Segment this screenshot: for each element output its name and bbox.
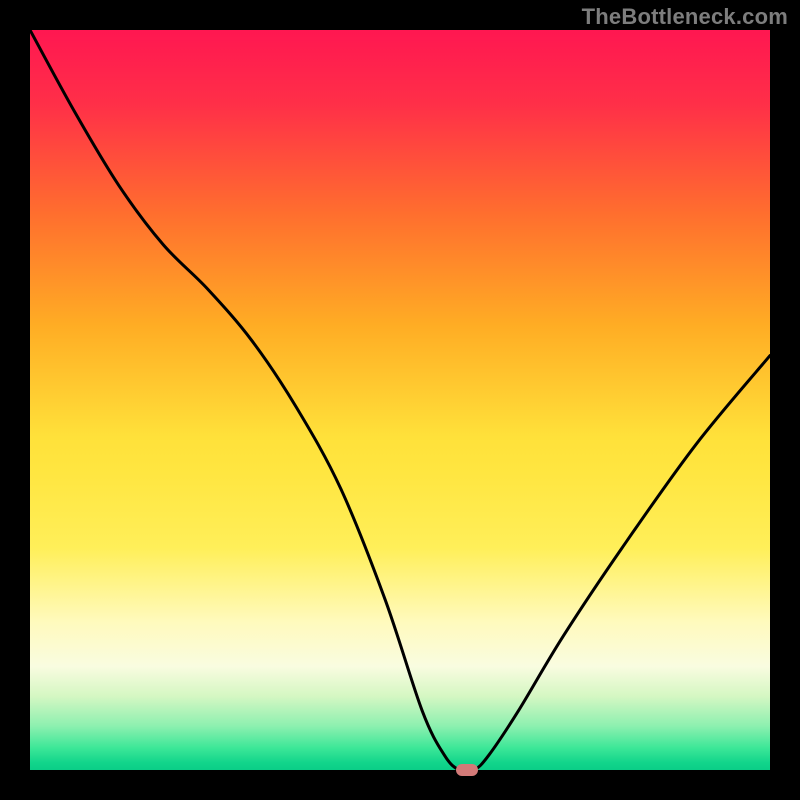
optimum-marker <box>456 764 478 776</box>
chart-container: TheBottleneck.com <box>0 0 800 800</box>
curve-path <box>30 30 770 770</box>
plot-area <box>30 30 770 770</box>
curve-svg <box>30 30 770 770</box>
watermark-text: TheBottleneck.com <box>582 4 788 30</box>
